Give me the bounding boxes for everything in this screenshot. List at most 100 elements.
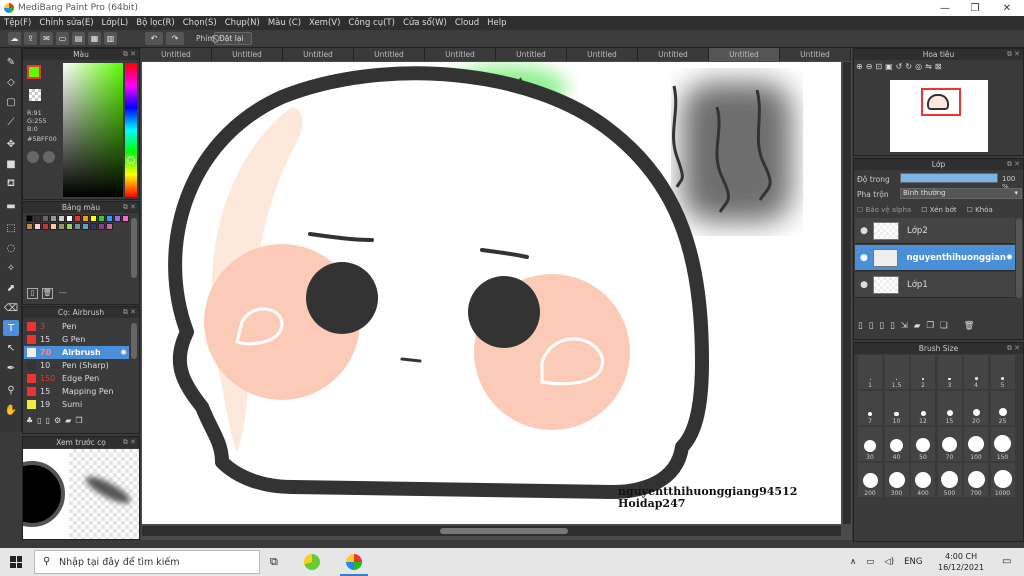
palette-swatch[interactable] xyxy=(42,215,49,222)
palette-swatch[interactable] xyxy=(58,215,65,222)
new-1bit-layer-icon[interactable]: ▯ xyxy=(890,321,895,331)
brush-size-cell[interactable]: 700 xyxy=(964,463,988,497)
notification-icon[interactable]: ▭ xyxy=(1002,556,1011,567)
close-button[interactable]: ✕ xyxy=(992,0,1022,16)
brush-size-cell[interactable]: 300 xyxy=(884,463,909,497)
gear-icon[interactable]: ✹ xyxy=(1006,253,1013,263)
brush-item-pen[interactable]: 3 Pen xyxy=(24,320,129,333)
palette-swatch[interactable] xyxy=(50,215,57,222)
palette-swatch[interactable] xyxy=(34,215,41,222)
horizontal-scroll-thumb[interactable] xyxy=(440,528,568,534)
tab-untitled-8[interactable]: Untitled xyxy=(638,48,709,61)
menu-cloud[interactable]: Cloud xyxy=(451,18,483,28)
menu-file[interactable]: Tệp(F) xyxy=(0,18,35,28)
palette-swatch[interactable] xyxy=(90,215,97,222)
tab-untitled-7[interactable]: Untitled xyxy=(567,48,638,61)
brush-size-cell[interactable]: 2 xyxy=(911,355,935,389)
new-layer-icon[interactable]: ▯ xyxy=(858,321,863,331)
vertical-scrollbar[interactable] xyxy=(843,62,851,524)
lasso-tool-icon[interactable]: ◌ xyxy=(3,240,19,256)
primary-color-swatch[interactable] xyxy=(27,65,41,79)
brush-size-cell[interactable]: 1 xyxy=(858,355,882,389)
layer-scrollbar[interactable] xyxy=(1016,218,1022,298)
maximize-button[interactable]: ❐ xyxy=(960,0,990,16)
grid-icon[interactable]: ▦ xyxy=(88,32,101,45)
app-taskbar-icon[interactable] xyxy=(304,554,320,570)
menu-snap[interactable]: Chụp(N) xyxy=(221,18,264,28)
brush-size-cell[interactable]: 70 xyxy=(937,427,962,461)
brush-item-mapping-pen[interactable]: 15 Mapping Pen xyxy=(24,385,129,398)
menu-edit[interactable]: Chỉnh sửa(E) xyxy=(35,18,97,28)
menu-help[interactable]: Help xyxy=(483,18,510,28)
hand-tool-icon[interactable]: ✋ xyxy=(3,402,19,418)
text-tool-icon[interactable]: T xyxy=(3,320,19,336)
gradient-tool-icon[interactable]: ▬ xyxy=(3,198,19,214)
delete-layer-icon[interactable]: 🗑 xyxy=(964,321,975,331)
copy-brush-icon[interactable]: ▯ xyxy=(46,416,50,425)
reset-button[interactable]: ⃠ Đặt lại xyxy=(214,32,252,45)
brush-size-cell[interactable]: 200 xyxy=(858,463,882,497)
brush-size-cell[interactable]: 10 xyxy=(884,391,909,425)
tab-untitled-6[interactable]: Untitled xyxy=(496,48,567,61)
tab-untitled-10[interactable]: Untitled xyxy=(780,48,851,61)
palette-swatch[interactable] xyxy=(114,215,121,222)
palette-swatch[interactable] xyxy=(122,215,129,222)
rect-tool-icon[interactable]: ▢ xyxy=(3,94,19,110)
chevron-up-icon[interactable]: ∧ xyxy=(850,557,856,567)
tab-untitled-4[interactable]: Untitled xyxy=(354,48,425,61)
brush-size-cell[interactable]: 15 xyxy=(937,391,962,425)
brush-tool-icon[interactable]: ✎ xyxy=(3,54,19,70)
new-halftone-layer-icon[interactable]: ▯ xyxy=(869,321,874,331)
layer-type-icon[interactable]: ⇲ xyxy=(901,321,908,331)
duplicate-layer-icon[interactable]: ❐ xyxy=(926,321,934,331)
saturation-value-picker[interactable] xyxy=(63,63,123,197)
dot-tool-icon[interactable]: ⟋ xyxy=(3,114,19,130)
brush-size-cell[interactable]: 500 xyxy=(937,463,962,497)
task-view-icon[interactable]: ⧉ xyxy=(270,555,278,569)
new-8bit-layer-icon[interactable]: ▯ xyxy=(879,321,884,331)
horizontal-scrollbar[interactable] xyxy=(142,526,841,536)
menu-window[interactable]: Cửa sổ(W) xyxy=(399,18,451,28)
rotate-left-icon[interactable]: ↺ xyxy=(896,62,903,71)
brush-size-cell[interactable]: 4 xyxy=(964,355,988,389)
eraser-tool-icon[interactable]: ◇ xyxy=(3,74,19,90)
brush-settings-icon[interactable]: ⚙ xyxy=(54,416,61,425)
tab-untitled-2[interactable]: Untitled xyxy=(212,48,283,61)
palette-swatch[interactable] xyxy=(58,223,65,230)
palette-swatch[interactable] xyxy=(106,215,113,222)
gear-icon[interactable]: ✹ xyxy=(120,348,127,357)
operation-tool-icon[interactable]: ↖ xyxy=(3,340,19,356)
reset-rotate-icon[interactable]: ◎ xyxy=(915,62,922,71)
palette-swatch[interactable] xyxy=(34,223,41,230)
opacity-slider[interactable] xyxy=(900,173,998,183)
palette-swatch[interactable] xyxy=(66,215,73,222)
palette-swatch[interactable] xyxy=(82,223,89,230)
brush-size-cell[interactable]: 50 xyxy=(911,427,935,461)
bucket-tool-icon[interactable]: ⛾ xyxy=(3,176,19,192)
visibility-icon[interactable]: ● xyxy=(855,280,873,290)
menu-view[interactable]: Xem(V) xyxy=(305,18,344,28)
menu-color[interactable]: Màu (C) xyxy=(264,18,305,28)
tab-untitled-3[interactable]: Untitled xyxy=(283,48,354,61)
comment-icon[interactable]: ✉ xyxy=(40,32,53,45)
tab-untitled-1[interactable]: Untitled xyxy=(141,48,212,61)
new-brush-icon[interactable]: ▯ xyxy=(37,416,41,425)
brush-size-cell[interactable]: 7 xyxy=(858,391,882,425)
duplicate-icon[interactable]: ❐ xyxy=(75,416,82,425)
brush-size-cell[interactable]: 12 xyxy=(911,391,935,425)
navigator-thumbnail[interactable] xyxy=(890,80,988,152)
palette-scrollbar[interactable] xyxy=(131,218,137,278)
export-icon[interactable]: ⇪ xyxy=(24,32,37,45)
transparent-color-swatch[interactable] xyxy=(29,89,41,101)
panel-close-icon[interactable]: ⧉ ✕ xyxy=(1007,344,1020,353)
protect-alpha-checkbox[interactable]: ☐ Bảo vệ alpha xyxy=(857,206,911,214)
minimize-button[interactable]: — xyxy=(930,0,960,16)
brush-size-cell[interactable]: 40 xyxy=(884,427,909,461)
tab-untitled-5[interactable]: Untitled xyxy=(425,48,496,61)
palette-swatch[interactable] xyxy=(82,215,89,222)
palette-swatch[interactable] xyxy=(42,223,49,230)
folder-icon[interactable]: ▰ xyxy=(65,416,71,425)
input-language[interactable]: ENG xyxy=(904,557,922,567)
palette-swatch[interactable] xyxy=(98,215,105,222)
chat-icon[interactable]: ▭ xyxy=(56,32,69,45)
